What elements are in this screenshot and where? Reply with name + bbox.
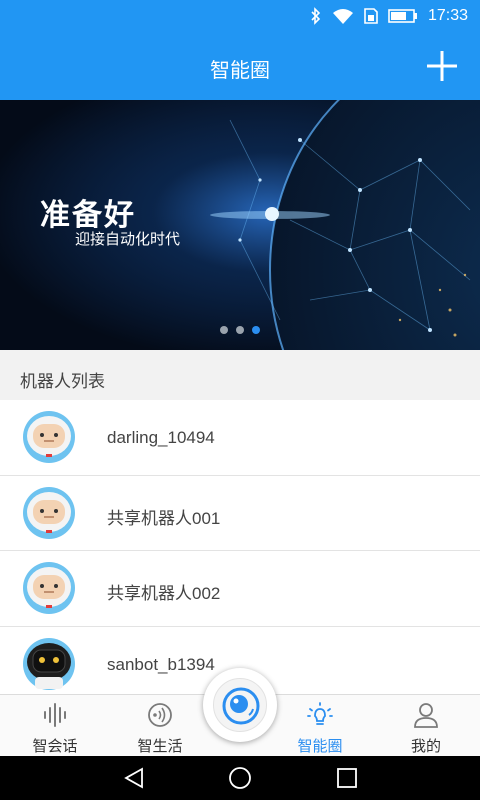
tab-label: 我的	[410, 738, 441, 755]
system-nav-bar	[0, 756, 480, 800]
sound-ring-icon	[148, 703, 172, 727]
carousel-indicator	[220, 326, 260, 334]
robot-list-item[interactable]: 共享机器人002	[0, 551, 480, 627]
tab-label: 智生活	[137, 738, 183, 755]
carousel-dot-active[interactable]	[252, 326, 260, 334]
camera-eye-button[interactable]	[203, 668, 277, 742]
white-robot-avatar	[23, 411, 75, 463]
page-title: 智能圈	[210, 60, 270, 82]
add-button[interactable]	[424, 48, 460, 84]
banner-subtitle: 迎接自动化时代	[75, 231, 181, 248]
robot-name: 共享机器人001	[107, 508, 221, 528]
robot-list: darling_10494 共享机器人001 共享机器人002 sanbot_b…	[0, 400, 480, 702]
bluetooth-icon	[311, 7, 321, 25]
voice-wave-icon	[44, 703, 66, 727]
white-robot-avatar	[23, 562, 75, 614]
tab-chat[interactable]: 智会话	[7, 695, 103, 757]
status-time: 17:33	[427, 7, 468, 24]
robot-name: 共享机器人002	[107, 584, 221, 603]
wifi-icon	[332, 9, 353, 24]
tab-label: 智会话	[32, 738, 78, 755]
eye-camera-icon	[222, 687, 260, 725]
robot-name: darling_10494	[107, 428, 215, 447]
sim-card-icon	[364, 8, 378, 24]
title-bar: 智能圈	[0, 32, 480, 100]
robot-list-item[interactable]: darling_10494	[0, 400, 480, 476]
status-bar: 17:33	[0, 0, 480, 32]
carousel-dot[interactable]	[220, 326, 228, 334]
section-header: 机器人列表	[0, 350, 480, 400]
tab-smart-circle[interactable]: 智能圈	[272, 695, 368, 757]
plus-icon	[427, 51, 457, 81]
lightbulb-icon	[307, 702, 333, 725]
robot-list-item[interactable]: 共享机器人001	[0, 475, 480, 551]
carousel-dot[interactable]	[236, 326, 244, 334]
banner-carousel[interactable]: 准备好 迎接自动化时代	[0, 100, 480, 350]
tab-mine[interactable]: 我的	[378, 695, 474, 757]
battery-icon	[388, 9, 417, 23]
person-icon	[414, 703, 438, 728]
black-robot-avatar	[23, 637, 75, 690]
tab-label: 智能圈	[297, 738, 343, 755]
tab-life[interactable]: 智生活	[112, 695, 208, 757]
recent-apps-icon[interactable]	[335, 766, 359, 790]
section-title: 机器人列表	[20, 372, 105, 391]
robot-name: sanbot_b1394	[107, 654, 215, 674]
home-icon[interactable]	[228, 766, 252, 790]
status-icons: 17:33	[310, 6, 468, 26]
back-icon[interactable]	[122, 766, 146, 790]
camera-eye-button-inner	[213, 678, 267, 732]
white-robot-avatar	[23, 486, 75, 539]
